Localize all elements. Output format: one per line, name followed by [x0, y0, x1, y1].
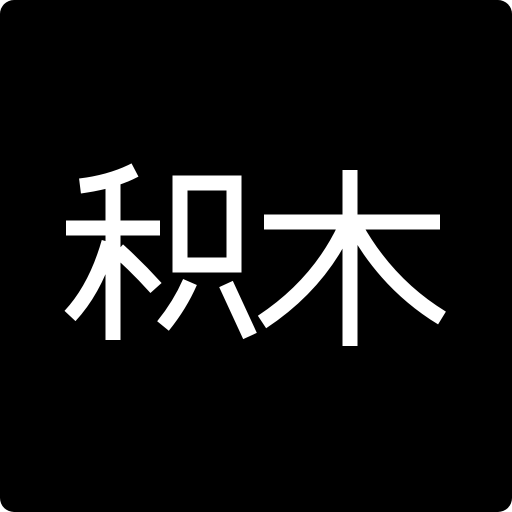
- logo-glyph-mu: [257, 170, 446, 346]
- logo-glyph-ji: [64, 163, 257, 340]
- jimu-logo-icon: [64, 163, 446, 346]
- glyph-stroke: [157, 278, 197, 331]
- glyph-stroke: [64, 239, 117, 322]
- glyph-stroke: [219, 280, 257, 340]
- glyph-stroke: [349, 224, 446, 325]
- glyph-stroke: [172, 175, 242, 273]
- glyph-stroke: [257, 224, 352, 329]
- glyph-stroke: [112, 244, 162, 294]
- app-icon-tile: 积木: [0, 0, 512, 512]
